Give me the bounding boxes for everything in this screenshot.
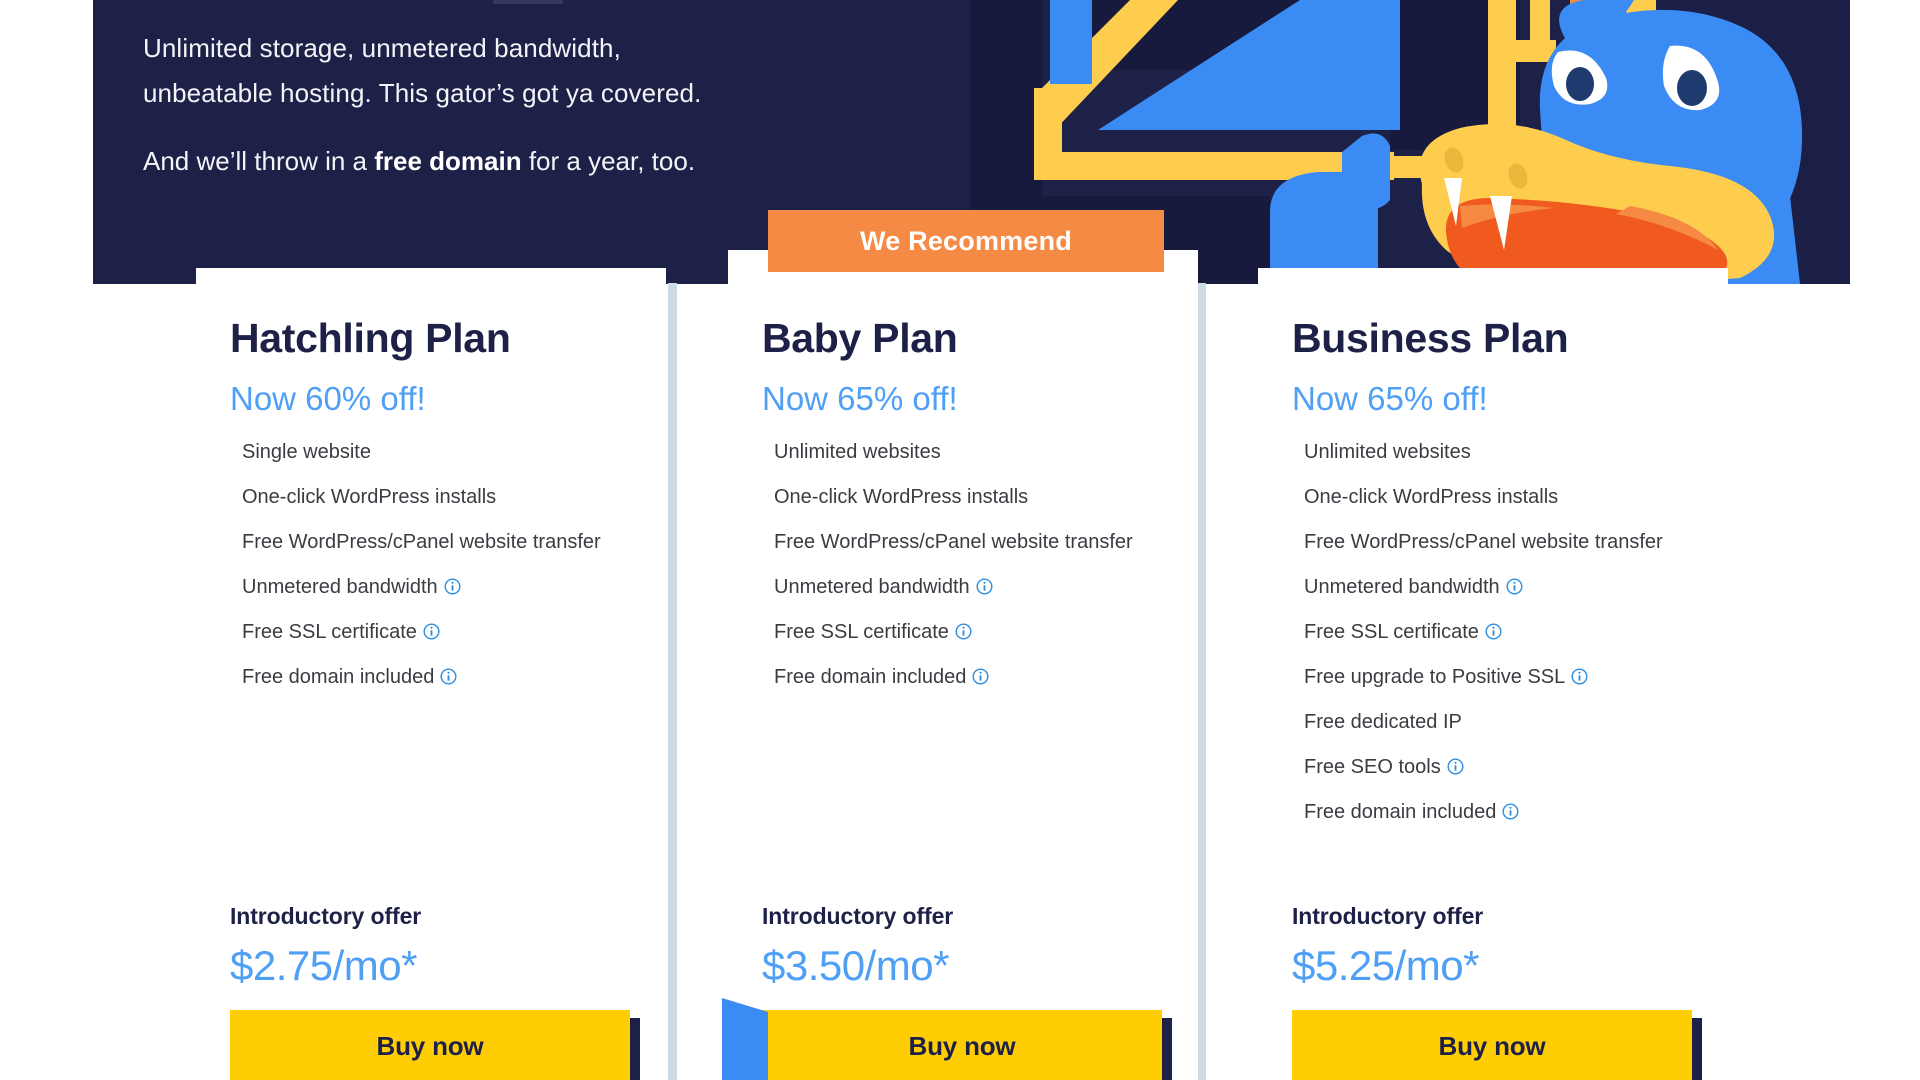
feature-label: Free SSL certificate — [242, 621, 417, 643]
buy-now-button[interactable]: Buy now — [1292, 1010, 1692, 1080]
price-block: Introductory offer $5.25/mo* — [1292, 903, 1483, 990]
feature-item: Free SSL certificate — [1304, 620, 1704, 644]
feature-label: Free SSL certificate — [1304, 621, 1479, 643]
feature-label: Free WordPress/cPanel website transfer — [774, 531, 1133, 553]
feature-item: Free WordPress/cPanel website transfer — [774, 530, 1174, 554]
feature-label: Single website — [242, 441, 371, 463]
plan-title: Hatchling Plan — [230, 315, 511, 361]
plan-discount: Now 65% off! — [762, 380, 958, 417]
intro-offer-label: Introductory offer — [762, 903, 954, 929]
hero-clipped-text-remnant — [493, 0, 563, 4]
feature-label: Unmetered bandwidth — [1304, 576, 1500, 598]
intro-offer-label: Introductory offer — [1292, 903, 1484, 929]
pricing-page: Unlimited storage, unmetered bandwidth, … — [0, 0, 1920, 1080]
price-block: Introductory offer $3.50/mo* — [762, 903, 953, 990]
feature-item: Single website — [242, 440, 642, 464]
feature-item: Unlimited websites — [774, 440, 1174, 464]
hero-copy: Unlimited storage, unmetered bandwidth, … — [143, 26, 903, 178]
feature-label: Unlimited websites — [774, 441, 941, 463]
feature-label: Free domain included — [774, 666, 967, 688]
plan-price: $3.50/mo* — [762, 942, 949, 989]
feature-item: One-click WordPress installs — [1304, 485, 1704, 509]
card-separator-1 — [668, 283, 677, 1080]
plan-card-hatchling: Hatchling Plan Now 60% off! Single websi… — [196, 268, 666, 1080]
feature-label: Free domain included — [242, 666, 435, 688]
feature-item: Free SSL certificate — [774, 620, 1174, 644]
feature-list: Unlimited websites One-click WordPress in… — [774, 440, 1174, 710]
plan-card-business: Business Plan Now 65% off! Unlimited web… — [1258, 268, 1728, 1080]
info-circle-icon[interactable] — [423, 623, 440, 640]
plan-discount: Now 60% off! — [230, 380, 426, 417]
feature-label: Free domain included — [1304, 801, 1497, 823]
info-circle-icon[interactable] — [1447, 758, 1464, 775]
feature-item: One-click WordPress installs — [242, 485, 642, 509]
info-circle-icon[interactable] — [1485, 623, 1502, 640]
feature-label: Free SEO tools — [1304, 756, 1441, 778]
feature-label: One-click WordPress installs — [242, 486, 497, 508]
we-recommend-badge: We Recommend — [768, 210, 1164, 272]
info-circle-icon[interactable] — [1506, 578, 1523, 595]
hero-line-1: Unlimited storage, unmetered bandwidth, — [143, 33, 621, 63]
plan-card-baby: Baby Plan Now 65% off! Unlimited website… — [722, 250, 1198, 1080]
plan-price: $5.25/mo* — [1292, 942, 1479, 989]
buy-now-wrapper: Buy now — [722, 998, 1172, 1080]
plan-discount: Now 65% off! — [1292, 380, 1488, 417]
feature-list: Unlimited websites One-click WordPress in… — [1304, 440, 1704, 845]
feature-item: Free SEO tools — [1304, 755, 1704, 779]
info-circle-icon[interactable] — [1571, 668, 1588, 685]
feature-label: Unmetered bandwidth — [242, 576, 438, 598]
feature-item: Free SSL certificate — [242, 620, 642, 644]
hero-sub-prefix: And we’ll throw in a — [143, 146, 375, 176]
feature-item: Free domain included — [1304, 800, 1704, 824]
feature-item: Unmetered bandwidth — [774, 575, 1174, 599]
buy-now-wrapper: Buy now — [230, 1010, 640, 1080]
feature-list: Single website One-click WordPress instal… — [242, 440, 642, 710]
price-block: Introductory offer $2.75/mo* — [230, 903, 421, 990]
plan-title: Business Plan — [1292, 315, 1569, 361]
buy-now-label: Buy now — [376, 1030, 484, 1061]
intro-offer-label: Introductory offer — [230, 903, 422, 929]
feature-label: Free WordPress/cPanel website transfer — [242, 531, 601, 553]
hero-sub-bold: free domain — [374, 146, 522, 176]
plan-title: Baby Plan — [762, 315, 958, 361]
feature-item: Free domain included — [774, 665, 1174, 689]
feature-label: Free dedicated IP — [1304, 711, 1462, 733]
feature-item: Free WordPress/cPanel website transfer — [1304, 530, 1704, 554]
feature-label: Free upgrade to Positive SSL — [1304, 666, 1566, 688]
hero-sub-suffix: for a year, too. — [521, 146, 696, 176]
feature-item: Free dedicated IP — [1304, 710, 1704, 734]
info-circle-icon[interactable] — [955, 623, 972, 640]
feature-label: One-click WordPress installs — [774, 486, 1029, 508]
feature-item: Free domain included — [242, 665, 642, 689]
feature-item: Free WordPress/cPanel website transfer — [242, 530, 642, 554]
feature-label: Unlimited websites — [1304, 441, 1471, 463]
info-circle-icon[interactable] — [1502, 803, 1519, 820]
feature-item: Unmetered bandwidth — [242, 575, 642, 599]
feature-label: One-click WordPress installs — [1304, 486, 1559, 508]
we-recommend-label: We Recommend — [860, 225, 1072, 256]
info-circle-icon[interactable] — [976, 578, 993, 595]
buy-now-label: Buy now — [1438, 1030, 1546, 1061]
feature-label: Free SSL certificate — [774, 621, 949, 643]
feature-item: Unmetered bandwidth — [1304, 575, 1704, 599]
info-circle-icon[interactable] — [444, 578, 461, 595]
plan-price: $2.75/mo* — [230, 942, 417, 989]
card-separator-2 — [1197, 283, 1206, 1080]
feature-item: One-click WordPress installs — [774, 485, 1174, 509]
recommended-ribbon-flag — [722, 998, 768, 1080]
hero-subline: And we’ll throw in a free domain for a y… — [143, 144, 903, 178]
info-circle-icon[interactable] — [440, 668, 457, 685]
hero-line-2: unbeatable hosting. This gator’s got ya … — [143, 78, 702, 108]
info-circle-icon[interactable] — [972, 668, 989, 685]
feature-label: Free WordPress/cPanel website transfer — [1304, 531, 1663, 553]
feature-label: Unmetered bandwidth — [774, 576, 970, 598]
buy-now-label: Buy now — [908, 1030, 1016, 1061]
buy-now-button[interactable]: Buy now — [230, 1010, 630, 1080]
buy-now-wrapper: Buy now — [1292, 1010, 1702, 1080]
buy-now-button[interactable]: Buy now — [762, 1010, 1162, 1080]
feature-item: Unlimited websites — [1304, 440, 1704, 464]
feature-item: Free upgrade to Positive SSL — [1304, 665, 1704, 689]
